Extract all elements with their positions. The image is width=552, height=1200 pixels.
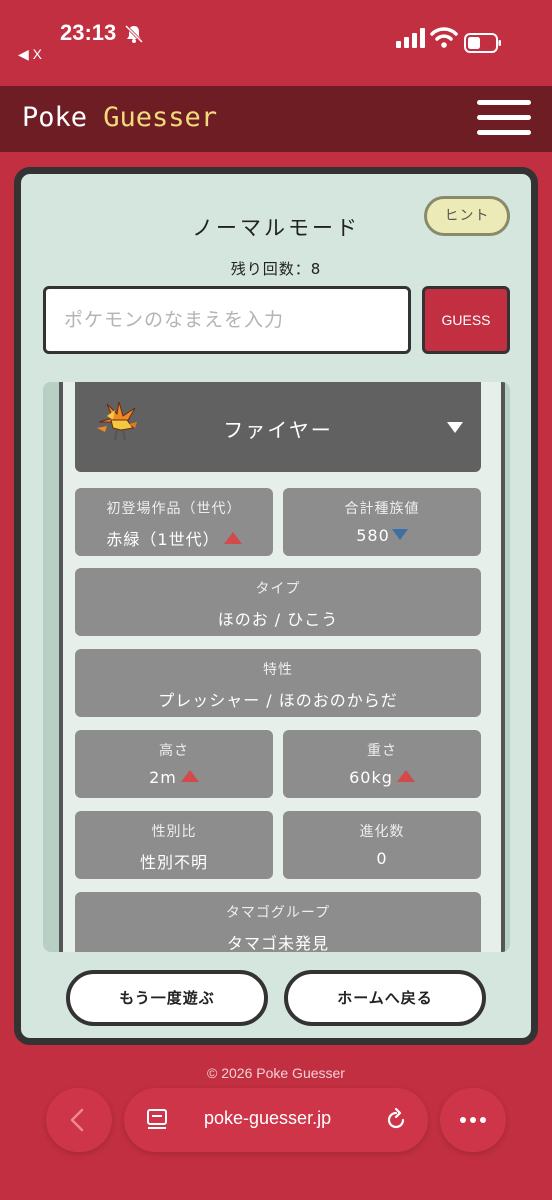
- status-time: 23:13: [60, 20, 117, 45]
- result-header[interactable]: ファイヤー: [75, 382, 481, 472]
- field-value-wrap: 60kg: [283, 768, 481, 787]
- field-value: タマゴ未発見: [226, 934, 329, 952]
- field-value: 60kg: [349, 768, 393, 787]
- up-arrow-icon: [223, 532, 242, 544]
- field-ability: 特性 プレッシャー / ほのおのからだ: [75, 649, 481, 717]
- field-label: 重さ: [367, 743, 397, 759]
- battery-icon: [464, 33, 501, 53]
- reload-icon[interactable]: [384, 1108, 408, 1132]
- field-label: 性別比: [151, 824, 197, 840]
- app-logo[interactable]: Poke Guesser: [22, 102, 217, 133]
- field-weight: 重さ 60kg: [283, 730, 481, 798]
- field-generation: 初登場作品（世代） 赤緑（1世代）: [75, 488, 273, 556]
- field-value: ほのお / ひこう: [217, 610, 339, 629]
- field-value-wrap: 赤緑（1世代）: [75, 526, 273, 550]
- browser-url: poke-guesser.jp: [204, 1108, 332, 1128]
- field-gender: 性別比 性別不明: [75, 811, 273, 879]
- app-header: Poke Guesser: [0, 86, 552, 152]
- field-label: 進化数: [359, 824, 405, 840]
- back-chevron-icon: [70, 1108, 84, 1132]
- remaining-count: 残り回数：8: [230, 260, 322, 278]
- hamburger-icon[interactable]: [477, 100, 531, 136]
- field-value-wrap: 580: [283, 526, 481, 545]
- field-type: タイプ ほのお / ひこう: [75, 568, 481, 636]
- hamburger-line: [477, 100, 531, 105]
- field-value: 2m: [149, 768, 177, 787]
- bell-slash-icon: [124, 24, 144, 44]
- pokemon-name: ファイヤー: [223, 418, 333, 442]
- field-label: 合計種族値: [344, 501, 420, 517]
- field-label: 初登場作品（世代）: [106, 501, 242, 517]
- up-arrow-icon: [180, 770, 199, 782]
- dropdown-triangle-icon[interactable]: [447, 422, 463, 433]
- up-arrow-icon: [396, 770, 415, 782]
- browser-back-button[interactable]: [46, 1088, 112, 1152]
- field-evolution: 進化数 0: [283, 811, 481, 879]
- field-value: 赤緑（1世代）: [106, 530, 220, 549]
- result-card: ファイヤー 初登場作品（世代） 赤緑（1世代） 合計種族値 580 タイプ ほの…: [59, 382, 505, 952]
- back-to-app[interactable]: ◀ X: [18, 46, 42, 63]
- field-label: タイプ: [255, 581, 301, 597]
- logo-guesser: Guesser: [103, 102, 218, 133]
- back-home-button[interactable]: ホームへ戻る: [284, 970, 486, 1026]
- field-value: 0: [376, 849, 388, 868]
- field-label: 特性: [263, 662, 293, 678]
- hint-button[interactable]: ヒント: [424, 196, 510, 236]
- status-bar: 23:13 ◀ X: [0, 0, 552, 86]
- field-label: タマゴグループ: [225, 905, 331, 921]
- field-value: 580: [356, 526, 390, 545]
- game-panel: ノーマルモード ヒント 残り回数：8 GUESS ファイヤー 初登場作品（世代）…: [14, 167, 538, 1045]
- results-list[interactable]: ファイヤー 初登場作品（世代） 赤緑（1世代） 合計種族値 580 タイプ ほの…: [43, 382, 510, 952]
- browser-more-button[interactable]: [440, 1088, 506, 1152]
- guess-button[interactable]: GUESS: [422, 286, 510, 354]
- hamburger-line: [477, 130, 531, 135]
- hamburger-line: [477, 115, 531, 120]
- signal-icon: [396, 28, 425, 48]
- field-value: 性別不明: [139, 853, 208, 872]
- field-value: プレッシャー / ほのおのからだ: [158, 691, 398, 710]
- field-value-wrap: 2m: [75, 768, 273, 787]
- down-arrow-icon: [391, 529, 408, 540]
- more-icon: [460, 1117, 486, 1123]
- wifi-icon: [430, 27, 458, 48]
- pokemon-name-input[interactable]: [43, 286, 411, 354]
- logo-poke: Poke: [22, 102, 104, 133]
- field-height: 高さ 2m: [75, 730, 273, 798]
- field-egg-group: タマゴグループ タマゴ未発見: [75, 892, 481, 952]
- field-base-stats: 合計種族値 580: [283, 488, 481, 556]
- browser-address-bar[interactable]: poke-guesser.jp: [124, 1088, 428, 1152]
- footer-copyright: © 2026 Poke Guesser: [207, 1065, 345, 1081]
- play-again-button[interactable]: もう一度遊ぶ: [66, 970, 268, 1026]
- field-label: 高さ: [159, 743, 189, 759]
- page-icon: [147, 1109, 167, 1129]
